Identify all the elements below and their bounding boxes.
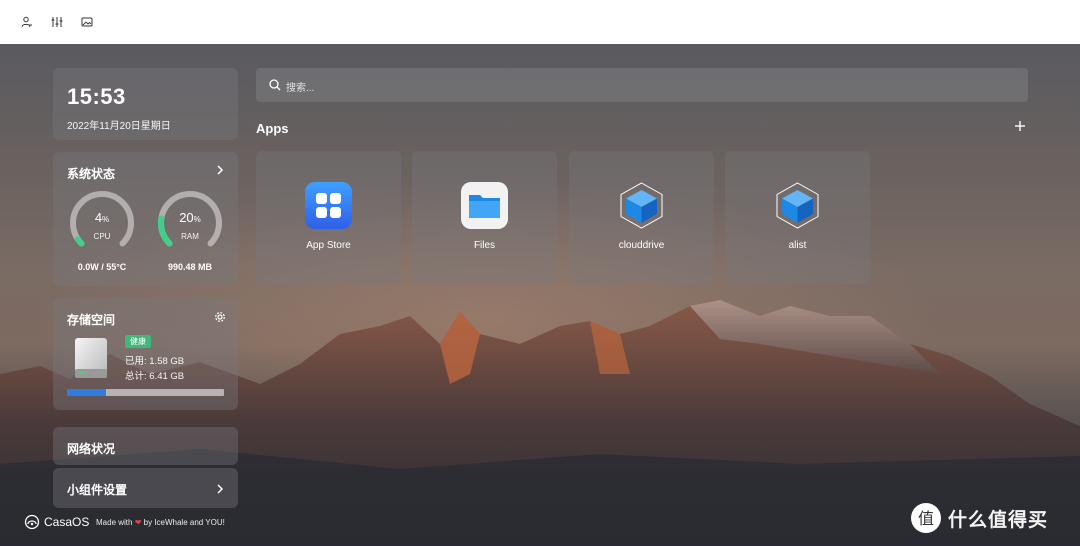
- made-with-text: Made with: [96, 518, 133, 527]
- svg-text:值: 值: [918, 509, 934, 528]
- search-icon: [268, 78, 282, 92]
- search-input[interactable]: 搜索...: [286, 79, 314, 94]
- clock-date: 2022年11月20日星期日: [67, 121, 171, 132]
- plus-icon[interactable]: [1012, 118, 1028, 134]
- ram-value: 20%: [179, 210, 201, 225]
- casaos-brand: CasaOS: [44, 515, 90, 529]
- app-label: App Store: [306, 240, 351, 251]
- cube-icon: [774, 182, 821, 229]
- widget-settings-button[interactable]: 小组件设置: [53, 468, 238, 508]
- system-status-title: 系统状态: [67, 167, 116, 181]
- storage-usage-fill: [67, 389, 107, 396]
- app-tile-alist[interactable]: alist: [725, 151, 870, 284]
- cpu-label: CPU: [93, 232, 111, 241]
- top-toolbar: [0, 0, 1080, 44]
- gear-icon[interactable]: [214, 310, 226, 322]
- widget-settings-title: 小组件设置: [67, 483, 128, 497]
- chevron-right-icon[interactable]: [214, 482, 226, 494]
- app-label: clouddrive: [618, 240, 665, 251]
- storage-title: 存储空间: [67, 313, 116, 327]
- casaos-logo-icon: [24, 514, 40, 530]
- ram-gauge: 20% RAM: [155, 188, 225, 258]
- image-icon[interactable]: [78, 13, 96, 31]
- cpu-gauge: 4% CPU: [67, 188, 137, 258]
- storage-widget: 存储空间 健康 已用: 1.58 GB 总计: 6.41 GB: [53, 298, 238, 410]
- cube-icon: [618, 182, 665, 229]
- storage-usage-bar: [67, 389, 224, 396]
- app-tile-clouddrive[interactable]: clouddrive: [569, 151, 714, 284]
- storage-used: 已用: 1.58 GB: [125, 356, 185, 367]
- desktop-background: 15:53 2022年11月20日星期日 系统状态 4% CPU 0.0W / …: [0, 44, 1080, 546]
- app-store-icon: [305, 182, 352, 229]
- watermark: 值 什么值得买: [910, 502, 1048, 534]
- clock-time: 15:53: [67, 84, 126, 109]
- cpu-power-temp: 0.0W / 55°C: [77, 262, 127, 272]
- watermark-text: 什么值得买: [948, 509, 1049, 531]
- ram-label: RAM: [181, 232, 199, 241]
- app-label: alist: [788, 240, 807, 251]
- app-tile-app-store[interactable]: App Store: [256, 151, 401, 284]
- ram-used: 990.48 MB: [167, 262, 213, 272]
- search-bar[interactable]: 搜索...: [256, 68, 1028, 102]
- hard-drive-icon: [73, 336, 109, 380]
- network-widget[interactable]: 网络状况: [53, 427, 238, 465]
- user-settings-icon[interactable]: [18, 13, 36, 31]
- cpu-value: 4%: [94, 210, 110, 225]
- chevron-right-icon[interactable]: [214, 163, 226, 175]
- footer-credit: Made with ❤ by IceWhale and YOU!: [96, 518, 225, 527]
- sliders-icon[interactable]: [48, 13, 66, 31]
- clock-widget: 15:53 2022年11月20日星期日: [53, 68, 238, 140]
- apps-section-title: Apps: [256, 121, 289, 136]
- storage-total: 总计: 6.41 GB: [125, 371, 185, 382]
- health-badge: 健康: [125, 335, 151, 348]
- network-title: 网络状况: [67, 442, 116, 456]
- app-label: Files: [473, 240, 496, 251]
- casaos-logo[interactable]: CasaOS: [24, 514, 89, 530]
- by-text: by IceWhale and YOU!: [143, 518, 225, 527]
- app-tile-files[interactable]: Files: [412, 151, 557, 284]
- files-folder-icon: [461, 182, 508, 229]
- watermark-logo-icon: 值: [911, 503, 941, 533]
- system-status-widget: 系统状态 4% CPU 0.0W / 55°C 20% RAM 990.48 M…: [53, 152, 238, 286]
- heart-icon: ❤: [134, 518, 142, 527]
